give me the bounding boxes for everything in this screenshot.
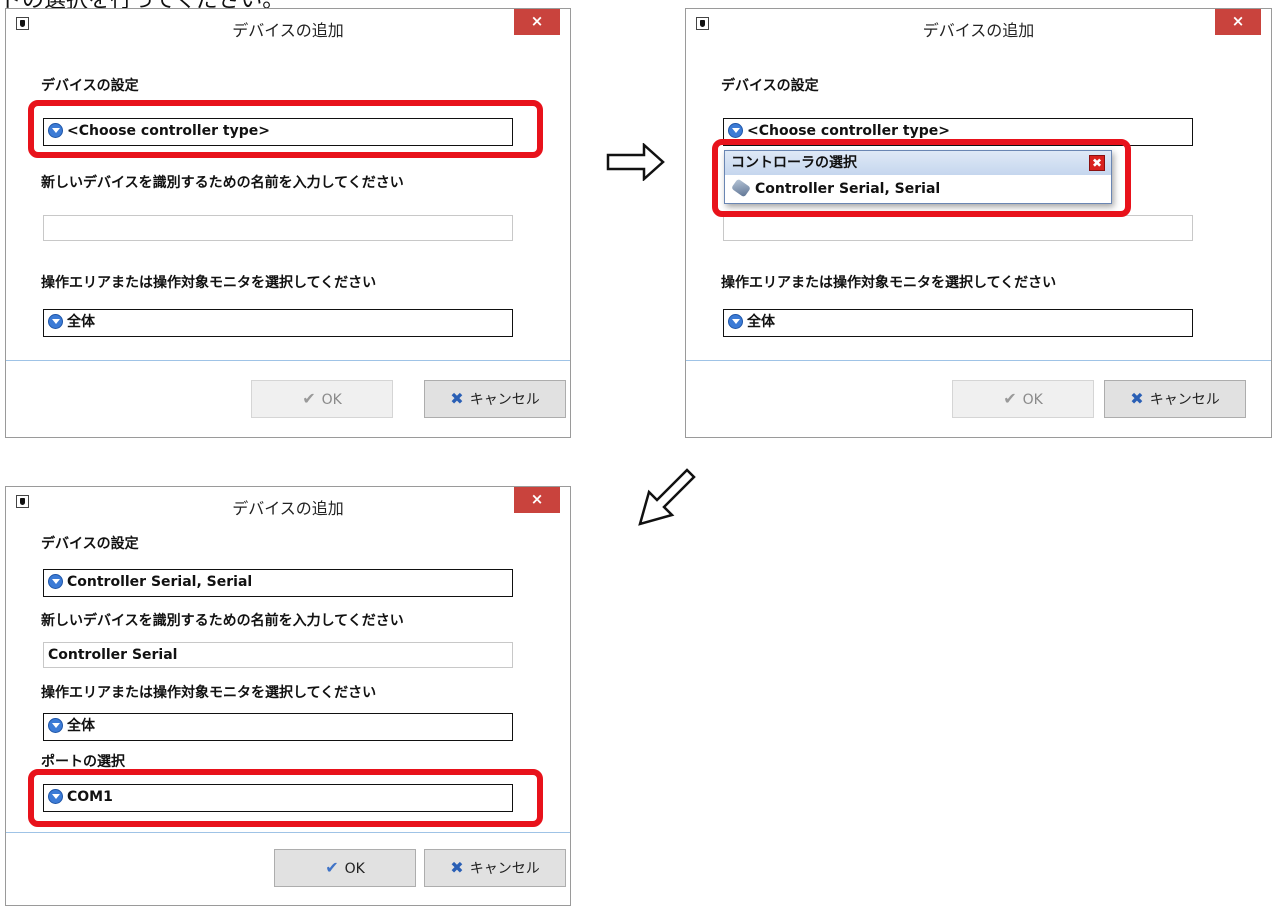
dialog-title: デバイスの追加 — [232, 21, 344, 40]
device-name-input[interactable]: Controller Serial — [43, 642, 513, 668]
area-value: 全体 — [747, 314, 775, 330]
close-button[interactable]: × — [1215, 9, 1261, 35]
check-icon: ✔ — [1003, 389, 1017, 408]
add-device-dialog-step1: デバイスの追加 × デバイスの設定 <Choose controller typ… — [5, 8, 571, 438]
title-bar: デバイスの追加 × — [686, 9, 1271, 49]
port-select-label: ポートの選択 — [41, 754, 125, 770]
title-bar: デバイスの追加 × — [6, 487, 570, 527]
cancel-button[interactable]: ✖ キャンセル — [424, 380, 566, 418]
device-settings-label: デバイスの設定 — [721, 78, 819, 94]
controller-type-combo[interactable]: Controller Serial, Serial — [43, 569, 513, 597]
dropdown-icon — [48, 314, 63, 329]
ok-button[interactable]: ✔ OK — [251, 380, 393, 418]
cancel-button[interactable]: ✖ キャンセル — [424, 849, 566, 887]
device-settings-label: デバイスの設定 — [41, 536, 139, 552]
area-combo[interactable]: 全体 — [43, 713, 513, 741]
device-name-input[interactable] — [43, 215, 513, 241]
x-icon: ✖ — [450, 389, 464, 408]
close-button[interactable]: × — [514, 487, 560, 513]
area-combo[interactable]: 全体 — [43, 309, 513, 337]
area-value: 全体 — [67, 314, 95, 330]
area-prompt-label: 操作エリアまたは操作対象モニタを選択してください — [41, 685, 377, 701]
cancel-button[interactable]: ✖ キャンセル — [1104, 380, 1246, 418]
close-button[interactable]: × — [514, 9, 560, 35]
highlight-frame — [28, 100, 543, 158]
dialog-title: デバイスの追加 — [922, 21, 1035, 40]
highlight-frame — [712, 139, 1131, 217]
controller-type-value: Controller Serial, Serial — [67, 574, 253, 590]
title-bar: デバイスの追加 × — [6, 9, 570, 49]
x-icon: ✖ — [450, 858, 464, 877]
dropdown-icon — [728, 123, 743, 138]
check-icon: ✔ — [325, 858, 339, 877]
area-combo[interactable]: 全体 — [723, 309, 1193, 337]
x-icon: ✖ — [1130, 389, 1144, 408]
add-device-dialog-step2: デバイスの追加 × デバイスの設定 <Choose controller typ… — [685, 8, 1272, 438]
ok-button[interactable]: ✔ OK — [952, 380, 1094, 418]
arrow-right-icon — [606, 143, 665, 181]
arrow-down-left-icon — [638, 468, 696, 526]
dropdown-icon — [48, 718, 63, 733]
device-name-input[interactable] — [723, 215, 1193, 241]
device-settings-label: デバイスの設定 — [41, 78, 139, 94]
area-prompt-label: 操作エリアまたは操作対象モニタを選択してください — [41, 275, 377, 291]
separator — [686, 360, 1271, 361]
controller-type-value: <Choose controller type> — [747, 123, 950, 139]
add-device-dialog-step3: デバイスの追加 × デバイスの設定 Controller Serial, Ser… — [5, 486, 571, 906]
separator — [6, 360, 570, 361]
dialog-title: デバイスの追加 — [232, 499, 344, 518]
area-value: 全体 — [67, 718, 95, 734]
dropdown-icon — [728, 314, 743, 329]
check-icon: ✔ — [302, 389, 316, 408]
dropdown-icon — [48, 574, 63, 589]
separator — [6, 832, 570, 833]
highlight-frame — [28, 769, 543, 827]
ok-button[interactable]: ✔ OK — [274, 849, 416, 887]
area-prompt-label: 操作エリアまたは操作対象モニタを選択してください — [721, 275, 1057, 291]
name-prompt-label: 新しいデバイスを識別するための名前を入力してください — [41, 613, 404, 629]
name-prompt-label: 新しいデバイスを識別するための名前を入力してください — [41, 175, 404, 191]
